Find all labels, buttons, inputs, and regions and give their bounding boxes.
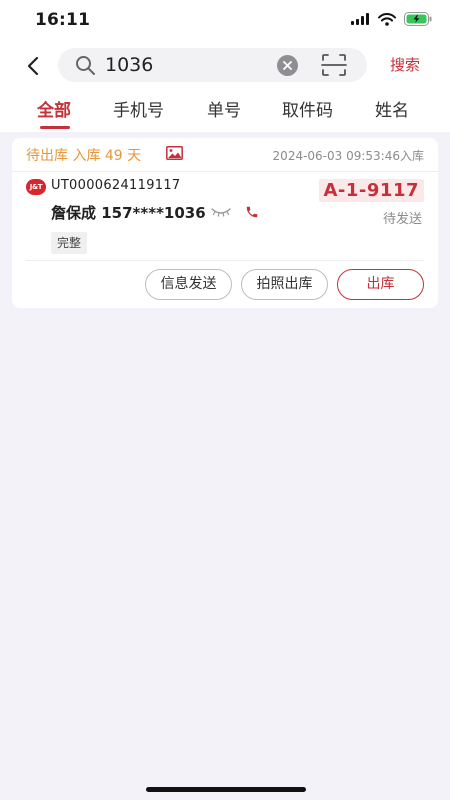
search-button[interactable]: 搜索 xyxy=(390,54,420,75)
parcel-card-header: 待出库 入库 49 天 2024-06-03 09:53:46入库 xyxy=(12,138,438,172)
status-bar: 16:11 xyxy=(0,0,450,44)
search-input[interactable] xyxy=(105,48,275,82)
search-box xyxy=(58,48,367,82)
condition-tag: 完整 xyxy=(51,232,88,254)
status-time: 16:11 xyxy=(35,10,91,30)
scan-icon[interactable] xyxy=(321,53,347,77)
tab-phone[interactable]: 手机号 xyxy=(113,96,164,121)
tab-name[interactable]: 姓名 xyxy=(375,96,409,121)
close-icon xyxy=(283,61,292,70)
back-button[interactable] xyxy=(18,51,48,81)
recipient-info: 詹保成 157****1036 xyxy=(51,204,206,222)
tab-pickup-code[interactable]: 取件码 xyxy=(282,96,333,121)
home-indicator xyxy=(146,787,306,792)
battery-charging-icon xyxy=(404,12,432,26)
checkout-button[interactable]: 出库 xyxy=(337,269,424,300)
parcel-card[interactable]: 待出库 入库 49 天 2024-06-03 09:53:46入库 J&T UT… xyxy=(12,138,438,308)
signal-icon xyxy=(351,13,369,25)
clear-search-button[interactable] xyxy=(277,55,298,76)
search-icon xyxy=(76,56,95,75)
status-icons xyxy=(351,12,432,26)
image-icon[interactable] xyxy=(166,146,183,160)
storage-time: 2024-06-03 09:53:46入库 xyxy=(272,149,424,163)
tab-all[interactable]: 全部 xyxy=(37,96,71,121)
eye-closed-icon[interactable] xyxy=(210,207,232,217)
wifi-icon xyxy=(378,12,396,26)
card-divider xyxy=(26,260,424,261)
send-info-button[interactable]: 信息发送 xyxy=(145,269,232,300)
shelf-code: A-1-9117 xyxy=(318,179,424,202)
active-tab-indicator xyxy=(40,126,70,129)
photo-checkout-button[interactable]: 拍照出库 xyxy=(241,269,328,300)
carrier-logo: J&T xyxy=(26,179,46,195)
search-row: 搜索 xyxy=(0,46,450,84)
top-area: 16:11 1036 搜索 全部 手机号 单号 取件码 姓名 xyxy=(0,0,450,132)
tab-tracking-number[interactable]: 单号 xyxy=(207,96,241,121)
phone-icon[interactable] xyxy=(245,205,259,219)
tracking-number: UT0000624119117 xyxy=(51,178,181,193)
chevron-left-icon xyxy=(27,56,39,76)
parcel-status: 待出库 入库 49 天 xyxy=(26,148,142,164)
filter-tabs: 全部 手机号 单号 取件码 姓名 xyxy=(0,92,450,132)
package-state: 待发送 xyxy=(382,212,422,227)
